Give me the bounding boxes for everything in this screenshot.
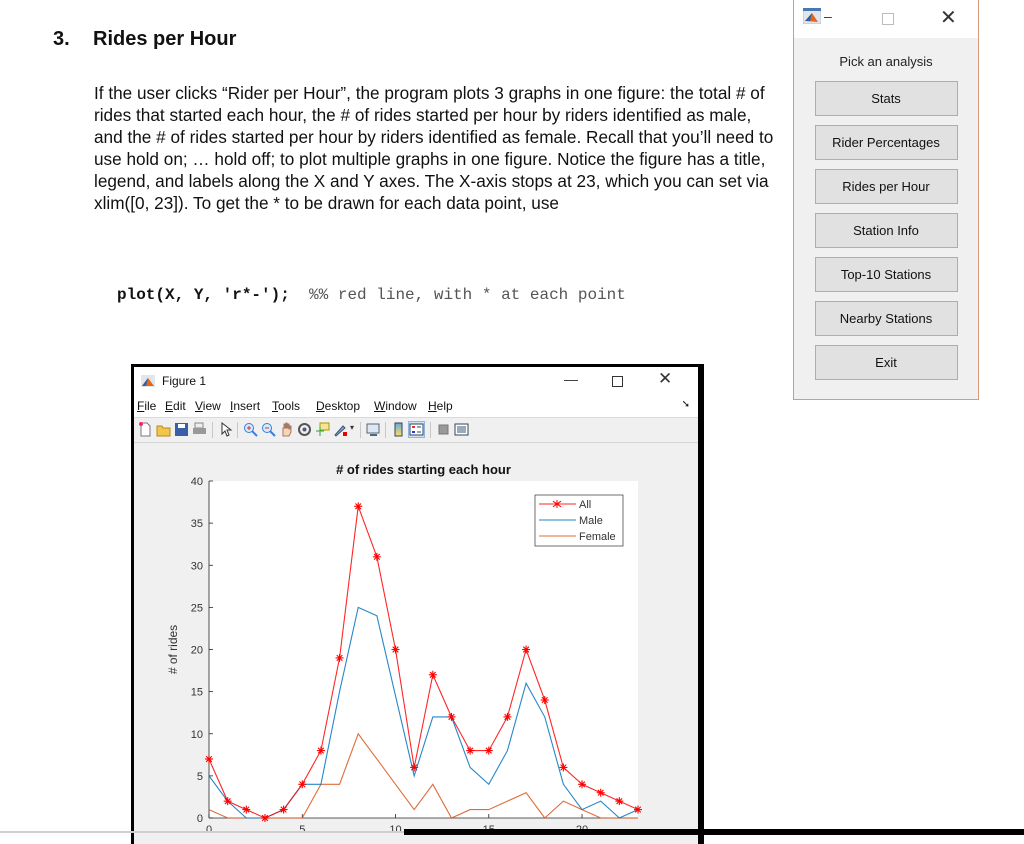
analysis-app-window: – ✕ Pick an analysis Stats Rider Percent… (793, 0, 979, 400)
rides-per-hour-button[interactable]: Rides per Hour (814, 169, 958, 204)
app-prompt-label: Pick an analysis (839, 54, 933, 69)
exit-button[interactable]: Exit (814, 345, 958, 380)
toolbar-separator (360, 422, 361, 438)
menu-help-label: elp (436, 399, 453, 413)
minimize-button[interactable]: – (824, 8, 832, 24)
figure-menubar: File Edit View Insert Tools Desktop Wind… (134, 395, 698, 418)
menu-window[interactable]: Window (374, 399, 417, 413)
figure-title: Figure 1 (162, 374, 207, 388)
pan-icon[interactable] (279, 422, 294, 437)
show-plot-tools-icon[interactable] (454, 422, 469, 437)
rider-percentages-button[interactable]: Rider Percentages (814, 125, 958, 160)
menu-edit-label: dit (173, 399, 186, 413)
section-title: Rides per Hour (93, 28, 237, 50)
matlab-logo-icon (803, 8, 821, 24)
menu-view-label: iew (202, 399, 221, 413)
menu-window-label: indow (385, 399, 417, 413)
section-heading: 3. Rides per Hour (53, 28, 236, 51)
menu-help[interactable]: Help (428, 399, 453, 413)
section-number: 3. (53, 28, 70, 50)
colorbar-icon[interactable] (391, 422, 406, 437)
open-file-icon[interactable] (156, 422, 171, 437)
save-icon[interactable] (174, 422, 189, 437)
code-command: plot(X, Y, 'r*-'); (117, 286, 290, 304)
maximize-button[interactable] (882, 13, 894, 25)
new-figure-icon[interactable] (138, 422, 153, 437)
app-titlebar: – ✕ (794, 0, 978, 38)
top-10-stations-button[interactable]: Top-10 Stations (814, 257, 958, 292)
link-plot-icon[interactable] (366, 422, 381, 437)
menu-help-mnemonic: H (428, 399, 437, 413)
brush-dropdown-icon[interactable]: ▾ (350, 423, 354, 432)
figure-close-button[interactable]: ✕ (658, 369, 672, 389)
brush-icon[interactable] (333, 422, 348, 437)
instructions-paragraph: If the user clicks “Rider per Hour”, the… (94, 83, 774, 213)
menu-view-mnemonic: V (195, 399, 203, 413)
figure-titlebar: Figure 1 — ✕ (134, 367, 698, 395)
menu-desktop-label: esktop (324, 399, 361, 413)
data-cursor-icon[interactable] (315, 422, 330, 437)
menu-insert[interactable]: Insert (230, 399, 260, 413)
zoom-out-icon[interactable] (261, 422, 276, 437)
print-icon[interactable] (192, 422, 207, 437)
hide-plot-tools-icon[interactable] (436, 422, 451, 437)
toolbar-separator (212, 422, 213, 438)
pointer-icon[interactable] (218, 422, 233, 437)
rotate-3d-icon[interactable] (297, 422, 312, 437)
figure-toolbar: ▾ (134, 418, 698, 443)
menu-insert-label: nsert (233, 399, 261, 413)
toolbar-separator (430, 422, 431, 438)
station-info-button[interactable]: Station Info (814, 213, 958, 248)
menu-file[interactable]: File (137, 399, 156, 413)
dock-arrow-icon[interactable]: ➘ (682, 399, 690, 410)
legend-icon[interactable] (408, 421, 425, 438)
figure-minimize-button[interactable]: — (564, 371, 578, 387)
menu-file-label: ile (144, 399, 157, 413)
toolbar-separator (385, 422, 386, 438)
menu-window-mnemonic: W (374, 399, 386, 413)
page-bottom-bar (404, 829, 1024, 835)
menu-desktop-mnemonic: D (316, 399, 325, 413)
nearby-stations-button[interactable]: Nearby Stations (814, 301, 958, 336)
menu-tools-label: ools (278, 399, 301, 413)
menu-edit[interactable]: Edit (165, 399, 186, 413)
figure-maximize-button[interactable] (612, 376, 623, 387)
menu-tools[interactable]: Tools (272, 399, 300, 413)
code-example: plot(X, Y, 'r*-'); %% red line, with * a… (117, 286, 626, 304)
zoom-in-icon[interactable] (243, 422, 258, 437)
close-button[interactable]: ✕ (940, 5, 957, 29)
menu-view[interactable]: View (195, 399, 221, 413)
toolbar-separator (237, 422, 238, 438)
code-comment: %% red line, with * at each point (309, 286, 626, 304)
menu-desktop[interactable]: Desktop (316, 399, 360, 413)
menu-edit-mnemonic: E (165, 399, 174, 413)
figure-window: Figure 1 — ✕ File Edit View Insert Tools… (131, 364, 704, 844)
matlab-logo-icon (141, 375, 155, 387)
stats-button[interactable]: Stats (814, 81, 958, 116)
